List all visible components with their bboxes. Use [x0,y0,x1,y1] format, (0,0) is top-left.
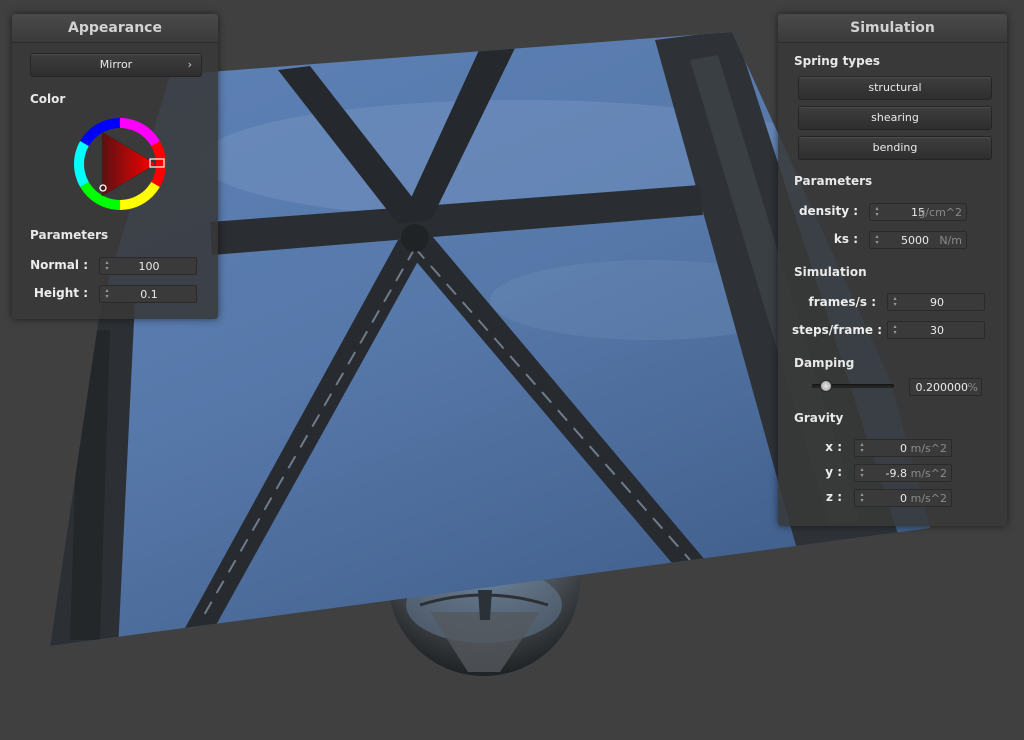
fps-input[interactable]: ▴ ▾ 90 [887,293,985,311]
steps-value: 30 [930,324,944,337]
ks-label: ks : [833,232,858,246]
density-unit: g/cm^2 [918,206,962,219]
gravity-y-label: y : [825,465,842,479]
color-wheel[interactable] [72,116,168,212]
fps-value: 90 [930,296,944,309]
damping-slider-knob[interactable] [820,380,832,392]
ks-unit: N/m [939,234,962,247]
height-input[interactable]: ▴ ▾ 0.1 [99,285,197,303]
bending-button[interactable]: bending [798,136,992,160]
spinner-icon[interactable]: ▴ ▾ [873,206,881,218]
simulation-section-label: Simulation [794,265,867,279]
ks-value: 5000 [901,234,929,247]
spinner-icon[interactable]: ▴ ▾ [858,492,866,504]
damping-unit: % [967,381,978,394]
gravity-x-input[interactable]: ▴ ▾ 0 m/s^2 [854,439,952,457]
appearance-params-label: Parameters [30,228,109,242]
density-label: density : [798,204,858,218]
gravity-z-value: 0 [900,492,907,505]
spinner-icon[interactable]: ▴ ▾ [858,467,866,479]
shader-select-label: Mirror [99,58,133,71]
height-label: Height : [33,286,88,300]
sim-params-label: Parameters [794,174,873,188]
gravity-x-value: 0 [900,442,907,455]
height-value: 0.1 [140,288,158,301]
appearance-panel-title[interactable]: Appearance [12,14,218,43]
density-input[interactable]: ▴ ▾ 15 g/cm^2 [869,203,967,221]
gravity-x-unit: m/s^2 [910,442,947,455]
appearance-panel: Appearance Mirror › Color Parameters Nor… [12,14,218,319]
steps-input[interactable]: ▴ ▾ 30 [887,321,985,339]
gravity-y-input[interactable]: ▴ ▾ -9.8 m/s^2 [854,464,952,482]
normal-label: Normal : [30,258,88,272]
damping-input[interactable]: 0.200000 % [909,378,982,396]
gravity-z-input[interactable]: ▴ ▾ 0 m/s^2 [854,489,952,507]
damping-slider[interactable] [812,380,894,392]
gravity-z-label: z : [826,490,842,504]
steps-label: steps/frame : [792,323,882,337]
gravity-z-unit: m/s^2 [910,492,947,505]
spinner-icon[interactable]: ▴ ▾ [858,442,866,454]
spinner-icon[interactable]: ▴ ▾ [873,234,881,246]
shearing-button[interactable]: shearing [798,106,992,130]
color-section-label: Color [30,92,66,106]
simulation-panel: Simulation Spring types structural shear… [778,14,1007,526]
gravity-y-value: -9.8 [885,467,907,480]
damping-section-label: Damping [794,356,855,370]
simulation-panel-title[interactable]: Simulation [778,14,1007,43]
ks-input[interactable]: ▴ ▾ 5000 N/m [869,231,967,249]
gravity-y-unit: m/s^2 [910,467,947,480]
spring-types-label: Spring types [794,54,881,68]
chevron-right-icon: › [187,58,192,71]
damping-value: 0.200000 [915,381,969,394]
shader-select-button[interactable]: Mirror › [30,53,202,77]
gravity-section-label: Gravity [794,411,844,425]
normal-value: 100 [138,260,160,273]
structural-button[interactable]: structural [798,76,992,100]
gravity-x-label: x : [825,440,842,454]
normal-input[interactable]: ▴ ▾ 100 [99,257,197,275]
fps-label: frames/s : [808,295,876,309]
